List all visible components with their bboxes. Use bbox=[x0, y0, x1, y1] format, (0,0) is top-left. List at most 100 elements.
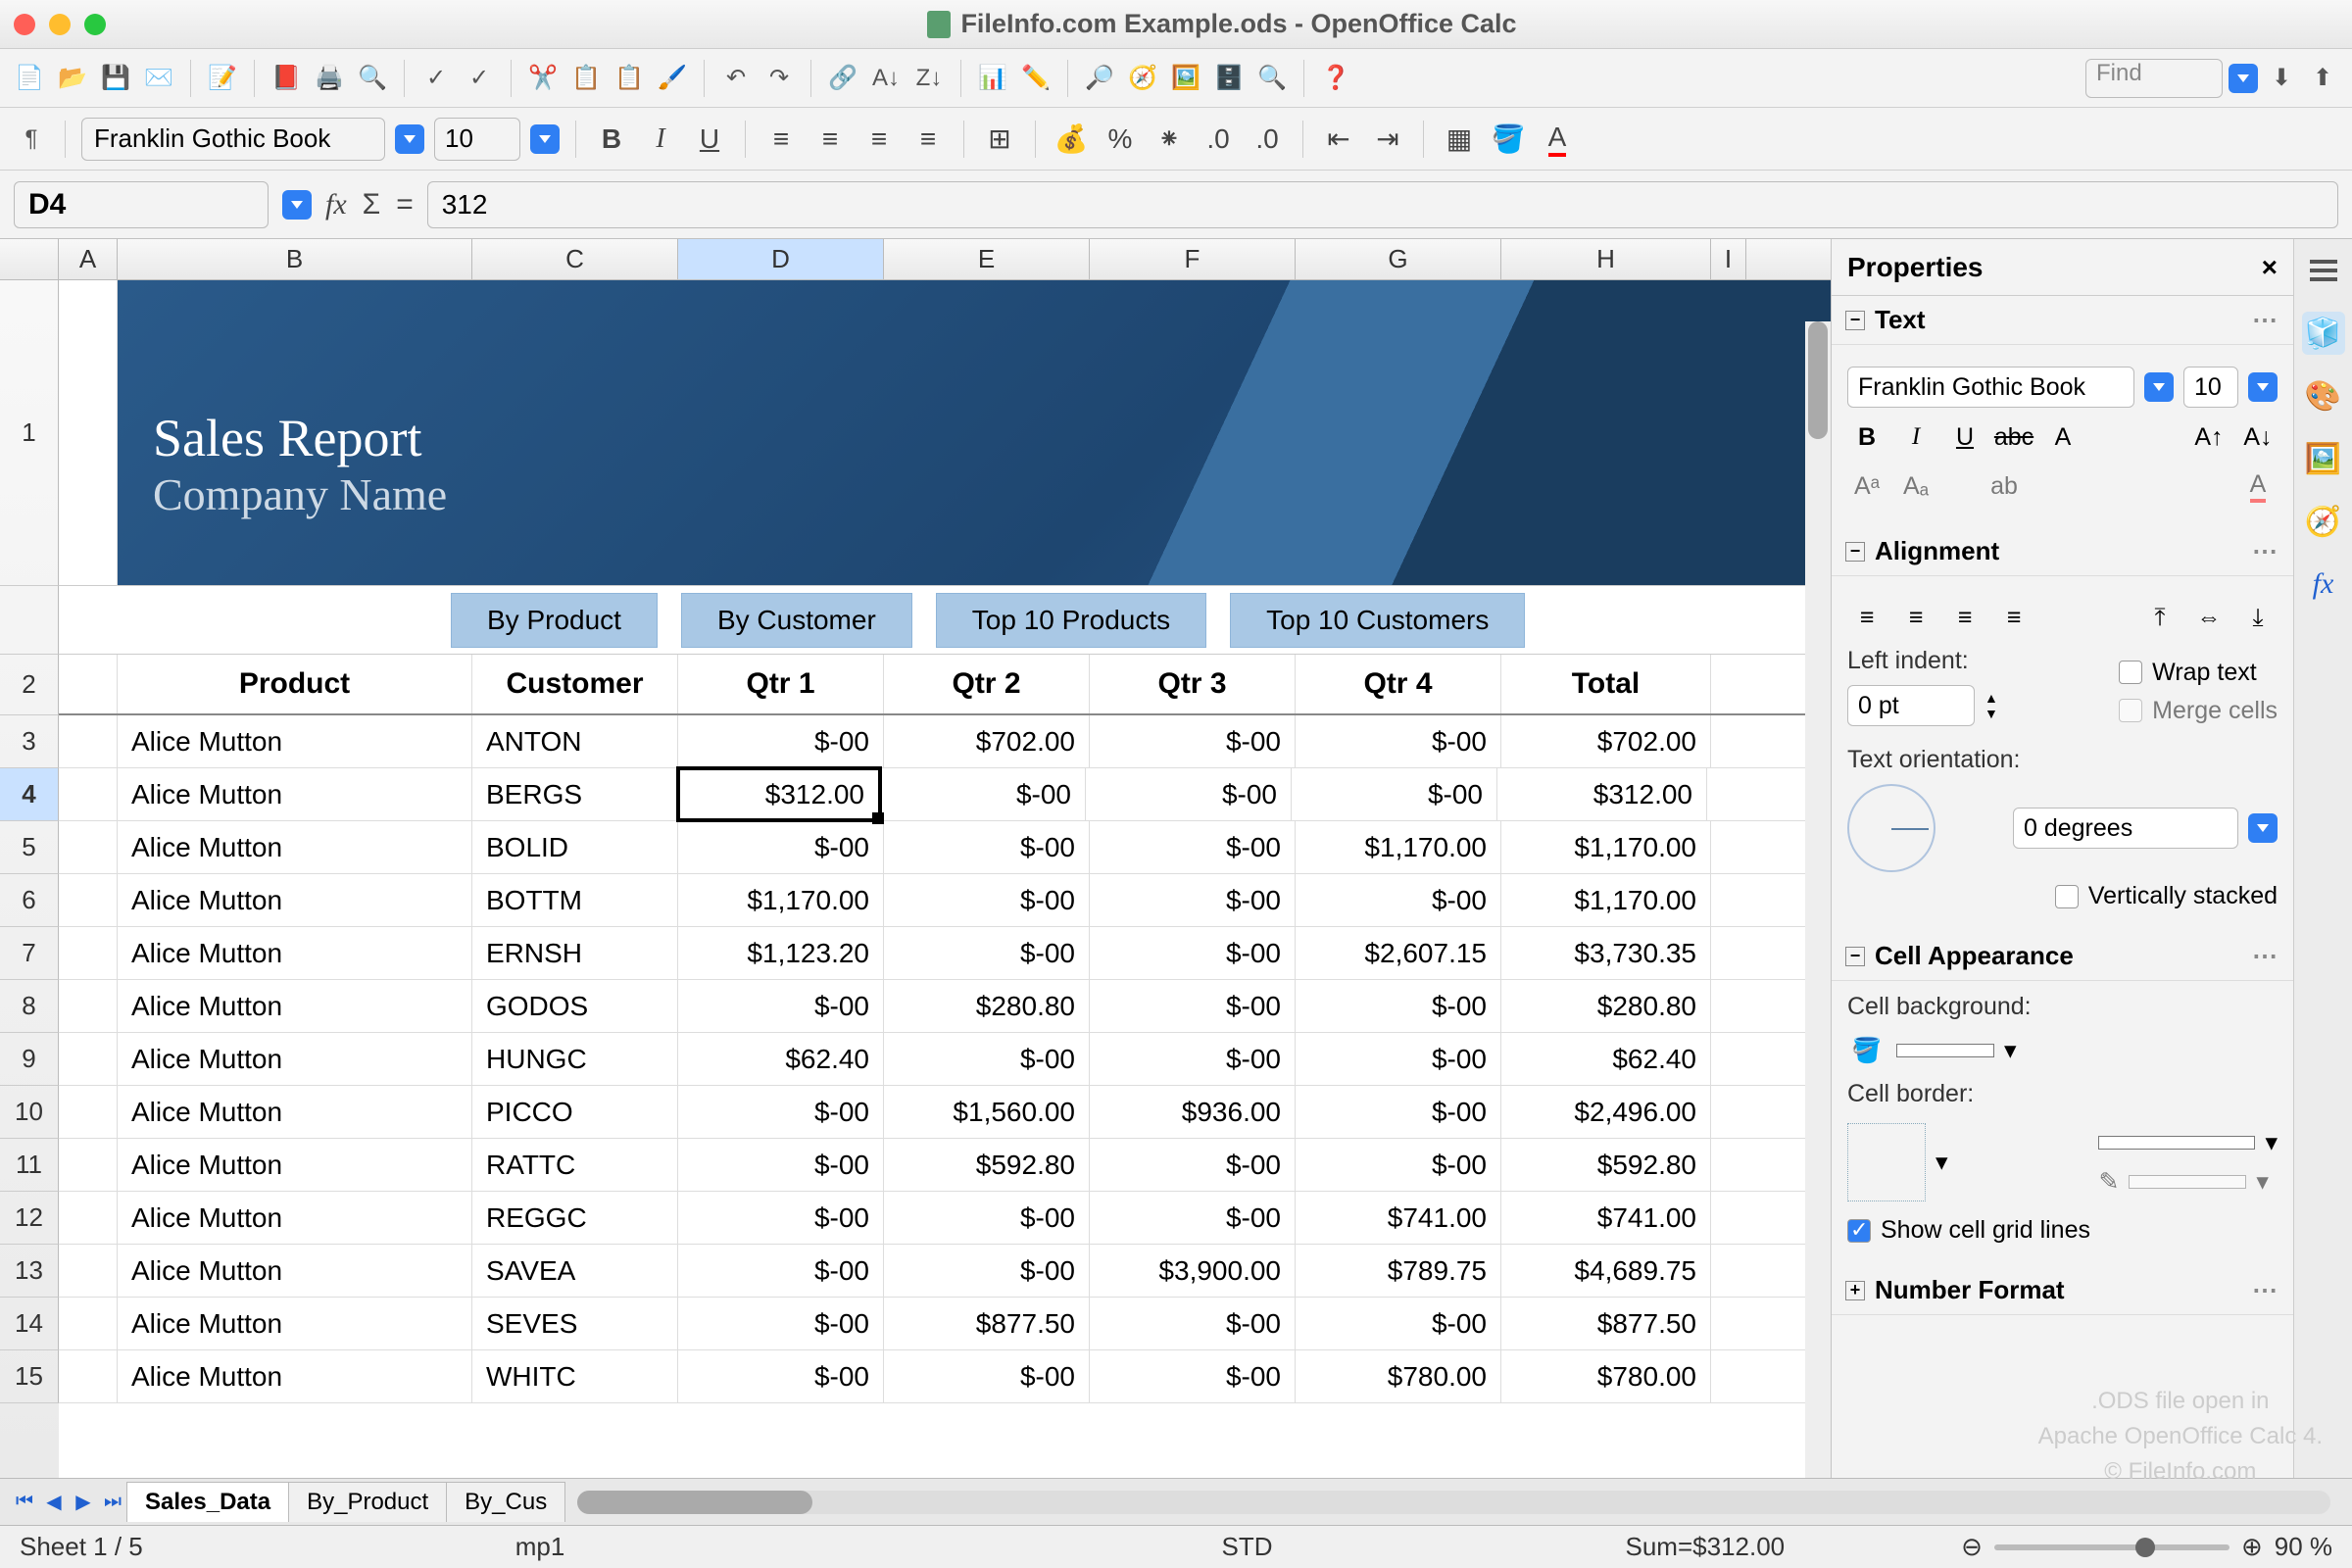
vert-stacked-checkbox[interactable] bbox=[2055, 885, 2079, 908]
email-icon[interactable]: ✉️ bbox=[141, 61, 176, 96]
function-wizard-icon[interactable]: fx bbox=[325, 188, 347, 221]
bg-color-dd[interactable]: ▾ bbox=[2004, 1036, 2017, 1065]
sb-super-icon[interactable]: Aᵃ bbox=[1847, 466, 1886, 506]
cell-q2[interactable]: $877.50 bbox=[884, 1298, 1090, 1349]
section-alignment[interactable]: −Alignment ⋯ bbox=[1832, 527, 2293, 576]
cell-q3[interactable]: $-00 bbox=[1090, 1033, 1296, 1085]
sidebar-functions-icon[interactable]: fx bbox=[2302, 563, 2345, 606]
col-header-d[interactable]: D bbox=[678, 239, 884, 279]
sb-grow-icon[interactable]: A↑ bbox=[2189, 417, 2229, 457]
cell-customer[interactable]: BERGS bbox=[472, 768, 678, 820]
orientation-select[interactable]: 0 degrees bbox=[2013, 808, 2238, 849]
fontcolor-icon[interactable]: A bbox=[1538, 120, 1577, 159]
row-header-blank[interactable] bbox=[0, 586, 59, 655]
italic-button[interactable]: I bbox=[641, 120, 680, 159]
cell-customer[interactable]: WHITC bbox=[472, 1350, 678, 1402]
find-replace-icon[interactable]: 🔎 bbox=[1082, 61, 1117, 96]
cell-q3[interactable]: $-00 bbox=[1090, 1298, 1296, 1349]
cell-total[interactable]: $1,170.00 bbox=[1501, 874, 1711, 926]
sb-align-center-icon[interactable]: ≡ bbox=[1896, 598, 1936, 637]
col-header-g[interactable]: G bbox=[1296, 239, 1501, 279]
currency-icon[interactable]: 💰 bbox=[1052, 120, 1091, 159]
cell-total[interactable]: $312.00 bbox=[1497, 768, 1707, 820]
cell-customer[interactable]: GODOS bbox=[472, 980, 678, 1032]
standard-format-icon[interactable]: ⁕ bbox=[1150, 120, 1189, 159]
line-color-swatch[interactable] bbox=[2129, 1175, 2246, 1189]
horizontal-scrollbar[interactable] bbox=[577, 1491, 2330, 1514]
cell-product[interactable]: Alice Mutton bbox=[118, 1086, 472, 1138]
cell-q3[interactable]: $3,900.00 bbox=[1090, 1245, 1296, 1297]
gridlines-checkbox[interactable] bbox=[1847, 1219, 1871, 1243]
sb-align-left-icon[interactable]: ≡ bbox=[1847, 598, 1886, 637]
cell-q4[interactable]: $-00 bbox=[1296, 715, 1501, 767]
autospell-icon[interactable]: ✓ bbox=[462, 61, 497, 96]
cell-q3[interactable]: $-00 bbox=[1090, 821, 1296, 873]
tab-by-product[interactable]: By Product bbox=[451, 593, 658, 648]
cell-product[interactable]: Alice Mutton bbox=[118, 1298, 472, 1349]
line-style-dd[interactable]: ▾ bbox=[2265, 1128, 2278, 1157]
row-header-6[interactable]: 6 bbox=[0, 874, 59, 927]
remove-decimal-icon[interactable]: .0 bbox=[1248, 120, 1287, 159]
cell-q2[interactable]: $-00 bbox=[884, 1245, 1090, 1297]
format-paint-icon[interactable]: 🖌️ bbox=[655, 61, 690, 96]
row-header-14[interactable]: 14 bbox=[0, 1298, 59, 1350]
equals-icon[interactable]: = bbox=[396, 188, 414, 221]
cell-q4[interactable]: $-00 bbox=[1296, 1086, 1501, 1138]
cell-product[interactable]: Alice Mutton bbox=[118, 821, 472, 873]
col-header-f[interactable]: F bbox=[1090, 239, 1296, 279]
cell-q1[interactable]: $-00 bbox=[678, 1245, 884, 1297]
bgcolor-icon[interactable]: 🪣 bbox=[1489, 120, 1528, 159]
align-left-icon[interactable]: ≡ bbox=[761, 120, 801, 159]
cell-q2[interactable]: $-00 bbox=[884, 821, 1090, 873]
cell-total[interactable]: $280.80 bbox=[1501, 980, 1711, 1032]
find-prev-icon[interactable]: ⬇ bbox=[2264, 61, 2299, 96]
cell-q1[interactable]: $62.40 bbox=[678, 1033, 884, 1085]
bg-bucket-icon[interactable]: 🪣 bbox=[1847, 1031, 1886, 1070]
zoom-out-icon[interactable]: ⊖ bbox=[1961, 1532, 1983, 1562]
align-more-icon[interactable]: ⋯ bbox=[2252, 536, 2279, 566]
sidebar-styles-icon[interactable]: 🎨 bbox=[2302, 374, 2345, 417]
tab-prev-icon[interactable]: ◀ bbox=[39, 1488, 69, 1517]
cell-total[interactable]: $2,496.00 bbox=[1501, 1086, 1711, 1138]
cell-total[interactable]: $592.80 bbox=[1501, 1139, 1711, 1191]
cell-q1[interactable]: $-00 bbox=[678, 1350, 884, 1402]
sidebar-size-dd[interactable] bbox=[2248, 372, 2278, 402]
row-header-9[interactable]: 9 bbox=[0, 1033, 59, 1086]
sb-align-right-icon[interactable]: ≡ bbox=[1945, 598, 1984, 637]
sb-valign-top-icon[interactable]: ⤒ bbox=[2140, 598, 2180, 637]
section-text[interactable]: −Text ⋯ bbox=[1832, 296, 2293, 345]
line-style-swatch[interactable] bbox=[2098, 1136, 2255, 1150]
line-color-pen-icon[interactable]: ✎ bbox=[2098, 1167, 2119, 1197]
row-header-15[interactable]: 15 bbox=[0, 1350, 59, 1403]
cell-q4[interactable]: $-00 bbox=[1296, 1139, 1501, 1191]
cell-product[interactable]: Alice Mutton bbox=[118, 980, 472, 1032]
appearance-more-icon[interactable]: ⋯ bbox=[2252, 941, 2279, 971]
cell-q3[interactable]: $-00 bbox=[1090, 874, 1296, 926]
section-appearance[interactable]: −Cell Appearance ⋯ bbox=[1832, 932, 2293, 981]
col-header-c[interactable]: C bbox=[472, 239, 678, 279]
sidebar-font-name[interactable]: Franklin Gothic Book bbox=[1847, 367, 2134, 408]
border-picker[interactable] bbox=[1847, 1123, 1926, 1201]
navigator-icon[interactable]: 🧭 bbox=[1125, 61, 1160, 96]
cell-product[interactable]: Alice Mutton bbox=[118, 715, 472, 767]
cell-q4[interactable]: $780.00 bbox=[1296, 1350, 1501, 1402]
cell-customer[interactable]: HUNGC bbox=[472, 1033, 678, 1085]
zoom-slider[interactable] bbox=[1994, 1544, 2230, 1550]
align-right-icon[interactable]: ≡ bbox=[859, 120, 899, 159]
cell-q4[interactable]: $-00 bbox=[1292, 768, 1497, 820]
print-icon[interactable]: 🖨️ bbox=[312, 61, 347, 96]
tab-first-icon[interactable]: ⏮ bbox=[10, 1488, 39, 1517]
gallery-icon[interactable]: 🖼️ bbox=[1168, 61, 1203, 96]
sb-valign-bot-icon[interactable]: ⤓ bbox=[2238, 598, 2278, 637]
cell-q3[interactable]: $-00 bbox=[1090, 927, 1296, 979]
styles-icon[interactable]: ¶ bbox=[14, 122, 49, 157]
left-indent-input[interactable]: 0 pt bbox=[1847, 685, 1975, 726]
cell-total[interactable]: $4,689.75 bbox=[1501, 1245, 1711, 1297]
cell-q2[interactable]: $1,560.00 bbox=[884, 1086, 1090, 1138]
sb-valign-mid-icon[interactable]: ⇔ bbox=[2189, 598, 2229, 637]
line-color-dd[interactable]: ▾ bbox=[2256, 1167, 2269, 1197]
cell-total[interactable]: $3,730.35 bbox=[1501, 927, 1711, 979]
text-more-icon[interactable]: ⋯ bbox=[2252, 305, 2279, 335]
cell-q1[interactable]: $-00 bbox=[678, 1139, 884, 1191]
bold-button[interactable]: B bbox=[592, 120, 631, 159]
